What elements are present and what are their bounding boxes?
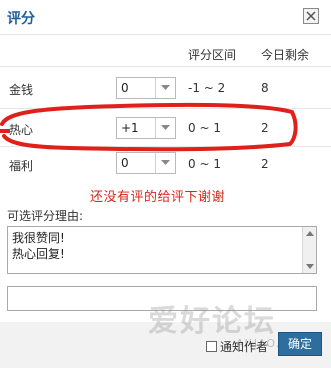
close-icon [306, 11, 316, 21]
score-value: +1 [121, 121, 139, 135]
row-divider [0, 146, 331, 147]
scrollbar[interactable] [302, 227, 316, 273]
scroll-down-icon[interactable] [306, 264, 314, 269]
dialog-titlebar: 评分 [0, 0, 331, 34]
row-label-welfare: 福利 [9, 159, 34, 173]
reason-option[interactable]: 热心回复! [8, 246, 316, 262]
score-select-enthusiasm[interactable]: +1 [116, 117, 176, 139]
reason-list[interactable]: 我很赞同! 热心回复! [7, 226, 317, 274]
score-select-money[interactable]: 0 [116, 77, 176, 99]
reason-label: 可选评分理由: [7, 209, 84, 223]
today-remaining: 8 [261, 81, 269, 95]
notify-author-label: 通知作者 [220, 340, 269, 354]
today-remaining: 2 [261, 121, 269, 135]
column-header-range: 评分区间 [188, 48, 237, 62]
dialog-title: 评分 [7, 11, 35, 27]
score-select-welfare[interactable]: 0 [116, 152, 176, 174]
dropdown-arrow[interactable] [155, 153, 175, 173]
today-remaining: 2 [261, 157, 269, 171]
notify-author-option[interactable]: 通知作者 [206, 338, 268, 355]
close-button[interactable] [303, 8, 319, 24]
dropdown-arrow[interactable] [155, 118, 175, 138]
header-divider [0, 66, 331, 67]
row-label-money: 金钱 [9, 83, 34, 97]
chevron-down-icon [161, 85, 170, 90]
title-divider [0, 34, 331, 35]
score-value: 0 [121, 156, 129, 170]
confirm-button[interactable]: 确定 [278, 332, 322, 356]
notify-author-checkbox[interactable] [206, 341, 217, 352]
row-divider [0, 108, 331, 109]
column-header-today: 今日剩余 [261, 48, 310, 62]
row-label-enthusiasm: 热心 [9, 123, 34, 137]
chevron-down-icon [161, 160, 170, 165]
watermark-logo: 爱好论坛 [148, 304, 276, 339]
reason-option[interactable]: 我很赞同! [8, 230, 316, 246]
annotation-text: 还没有评的给评下谢谢 [90, 190, 226, 205]
chevron-down-icon [161, 125, 170, 130]
score-range: 0 ~ 1 [188, 157, 221, 171]
dropdown-arrow[interactable] [155, 78, 175, 98]
score-range: -1 ~ 2 [188, 81, 226, 95]
score-value: 0 [121, 81, 129, 95]
score-range: 0 ~ 1 [188, 121, 221, 135]
scroll-up-icon[interactable] [306, 231, 314, 236]
